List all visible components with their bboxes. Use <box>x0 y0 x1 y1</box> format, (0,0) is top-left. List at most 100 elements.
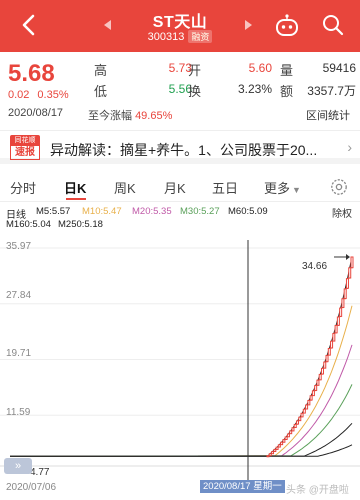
candle-body <box>275 446 279 450</box>
candle-body <box>293 423 297 428</box>
cursor-date: 2020/08/17 <box>203 481 251 492</box>
moving-average-line <box>9 305 353 457</box>
news-headline[interactable]: 异动解读：摘星+养牛。1、公司股票于20... <box>50 140 340 160</box>
candle-body <box>318 373 322 381</box>
low-value: 5.56 <box>168 82 192 96</box>
candle-body <box>291 427 295 432</box>
stock-header: ST天山 300313 融资 <box>0 0 360 52</box>
candle-body <box>336 316 340 326</box>
tab-weekly-k[interactable]: 周K <box>114 178 136 197</box>
ma-legend-item: M60:5.09 <box>228 206 268 217</box>
y-tick-label: 19.71 <box>6 348 32 359</box>
search-button[interactable] <box>322 14 344 36</box>
turnover-label: 换 <box>188 84 202 99</box>
candle-body <box>280 441 284 446</box>
volume-value: 59416 <box>322 61 356 75</box>
caret-down-icon: ▼ <box>292 185 301 195</box>
range-gain-label: 至今涨幅 <box>88 110 132 122</box>
margin-badge: 融资 <box>188 30 213 43</box>
range-gain: 至今涨幅 49.65% <box>88 107 172 123</box>
candle-body <box>350 256 354 269</box>
news-banner[interactable]: 同花顺 速报 异动解读：摘星+养牛。1、公司股票于20... › <box>0 130 360 164</box>
candle-body <box>286 433 290 438</box>
candle-body <box>277 444 281 448</box>
max-arrow-head <box>346 253 350 260</box>
range-row: 2020/08/17 至今涨幅 49.65% 区间统计 <box>0 104 360 124</box>
candle-body <box>309 395 313 401</box>
chart-start-date: 2020/07/06 <box>6 482 57 493</box>
tab-monthly-k[interactable]: 月K <box>164 178 186 197</box>
fast-rewind-button[interactable]: » <box>4 458 32 474</box>
candle-body <box>339 307 343 317</box>
y-tick-label: 11.59 <box>6 407 31 418</box>
stock-name: ST天山 <box>152 14 208 31</box>
moving-average-line <box>9 444 353 457</box>
price-change: 0.02 0.35% <box>8 89 77 101</box>
range-stats-link[interactable]: 区间统计 <box>306 107 350 123</box>
change-amount: 0.02 <box>8 89 30 101</box>
change-percent: 0.35% <box>37 89 69 101</box>
turnover-value: 3.23% <box>237 82 272 96</box>
news-logo-top: 同花顺 <box>10 135 40 146</box>
candle-body <box>271 451 275 455</box>
cursor-date-label: 2020/08/17 星期一 <box>200 480 285 493</box>
moving-average-line <box>9 256 353 457</box>
adjust-mode-button[interactable]: 除权 <box>332 205 352 220</box>
candle-body <box>311 390 315 397</box>
candlestick-chart[interactable] <box>0 240 360 500</box>
tab-more[interactable]: 更多 ▼ <box>264 178 301 197</box>
triangle-right-icon <box>245 20 252 30</box>
search-icon <box>323 15 344 36</box>
tab-more-label: 更多 <box>264 181 291 196</box>
tab-intraday[interactable]: 分时 <box>10 178 36 197</box>
candle-body <box>300 412 304 418</box>
min-price-label: 4.77 <box>30 467 50 478</box>
cursor-weekday: 星期一 <box>253 481 282 492</box>
candle-body <box>343 288 347 300</box>
candle-body <box>332 333 336 342</box>
candle-body <box>296 420 300 425</box>
ma-legend-item: M30:5.27 <box>180 206 220 217</box>
high-label: 高 <box>94 63 108 78</box>
candle-body <box>345 278 349 289</box>
candle-body <box>282 439 286 443</box>
open-label: 开 <box>188 63 202 78</box>
candle-body <box>323 361 327 369</box>
range-gain-value: 49.65% <box>135 110 173 122</box>
chart-settings-button[interactable] <box>330 178 348 196</box>
quote-date: 2020/08/17 <box>8 107 64 119</box>
candle-body <box>320 367 324 375</box>
tab-daily-k[interactable]: 日K <box>64 178 86 197</box>
candle-body <box>334 324 338 334</box>
period-tabs: 分时 日K 周K 月K 五日 更多 ▼ <box>0 172 360 202</box>
stock-code-row: 300313 融资 <box>0 30 360 43</box>
tab-five-day[interactable]: 五日 <box>212 178 238 197</box>
moving-average-line <box>9 344 353 457</box>
candle-body <box>341 298 345 308</box>
chevron-right-icon[interactable]: › <box>347 139 352 155</box>
robot-assistant-button[interactable] <box>274 13 300 37</box>
candle-body <box>305 404 309 410</box>
ma-legend-item: M250:5.18 <box>58 219 103 230</box>
candle-body <box>307 399 311 406</box>
ma-legend-item: M10:5.47 <box>82 206 122 217</box>
ma-legend-item: M20:5.35 <box>132 206 172 217</box>
amount-label: 额 <box>280 84 294 99</box>
candle-body <box>266 455 270 458</box>
candle-body <box>316 379 320 386</box>
candle-body <box>273 448 277 453</box>
watermark: 头条 @开盘啦 <box>286 485 349 496</box>
candle-body <box>298 416 302 422</box>
volume-label: 量 <box>280 63 294 78</box>
gear-icon <box>331 179 347 195</box>
ma-legend-item: M5:5.57 <box>36 206 71 217</box>
candle-body <box>348 267 352 279</box>
robot-icon <box>276 14 298 36</box>
high-value: 5.73 <box>168 61 192 75</box>
y-tick-label: 27.84 <box>6 290 32 301</box>
max-price-label: 34.66 <box>302 261 328 272</box>
next-stock-button[interactable] <box>244 18 252 33</box>
candle-body <box>268 453 272 457</box>
y-tick-label: 35.97 <box>6 241 32 252</box>
candle-body <box>325 354 329 363</box>
